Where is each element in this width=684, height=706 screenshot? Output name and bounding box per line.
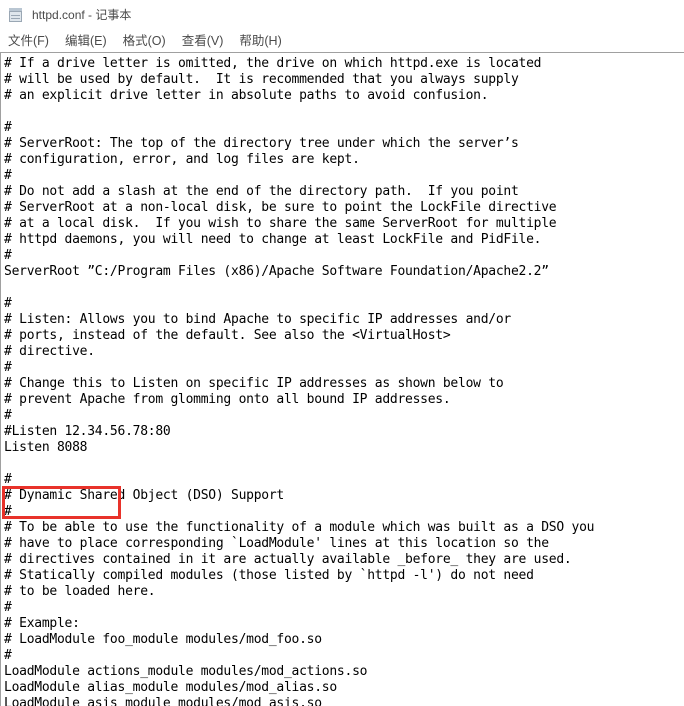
editor-line: # LoadModule foo_module modules/mod_foo.… <box>4 632 322 647</box>
editor-line: # Listen: Allows you to bind Apache to s… <box>4 312 511 327</box>
editor-line: # directive. <box>4 344 95 359</box>
menu-file[interactable]: 文件(F) <box>8 32 49 50</box>
editor-line: # Statically compiled modules (those lis… <box>4 568 534 583</box>
editor-line: Listen 8088 <box>4 440 88 455</box>
editor-line: # to be loaded here. <box>4 584 156 599</box>
editor-line: # If a drive letter is omitted, the driv… <box>4 56 542 71</box>
document-text[interactable]: # If a drive letter is omitted, the driv… <box>4 56 684 706</box>
editor-line: # Example: <box>4 616 80 631</box>
editor-line: # directives contained in it are actuall… <box>4 552 572 567</box>
text-editor-area[interactable]: # If a drive letter is omitted, the driv… <box>0 52 684 706</box>
editor-line: # <box>4 472 12 487</box>
menu-bar: 文件(F) 编辑(E) 格式(O) 查看(V) 帮助(H) <box>0 30 684 52</box>
editor-line: # <box>4 120 12 135</box>
editor-line: # Change this to Listen on specific IP a… <box>4 376 504 391</box>
editor-line: # at a local disk. If you wish to share … <box>4 216 557 231</box>
editor-line: # have to place corresponding `LoadModul… <box>4 536 549 551</box>
editor-line: # configuration, error, and log files ar… <box>4 152 360 167</box>
editor-line: LoadModule alias_module modules/mod_alia… <box>4 680 337 695</box>
editor-line: LoadModule asis_module modules/mod_asis.… <box>4 696 322 706</box>
menu-format[interactable]: 格式(O) <box>123 32 166 50</box>
editor-line: # To be able to use the functionality of… <box>4 520 595 535</box>
editor-line: ServerRoot ”C:/Program Files (x86)/Apach… <box>4 264 549 279</box>
editor-line: # Dynamic Shared Object (DSO) Support <box>4 488 284 503</box>
editor-line: # <box>4 296 12 311</box>
menu-edit[interactable]: 编辑(E) <box>65 32 107 50</box>
editor-line: # prevent Apache from glomming onto all … <box>4 392 451 407</box>
menu-view[interactable]: 查看(V) <box>182 32 224 50</box>
editor-line: # ports, instead of the default. See als… <box>4 328 451 343</box>
editor-line: # httpd daemons, you will need to change… <box>4 232 542 247</box>
editor-line: # <box>4 408 12 423</box>
editor-line: # ServerRoot: The top of the directory t… <box>4 136 519 151</box>
title-bar: httpd.conf - 记事本 <box>0 0 684 30</box>
editor-line: # <box>4 168 12 183</box>
editor-line: #Listen 12.34.56.78:80 <box>4 424 171 439</box>
editor-line: # <box>4 360 12 375</box>
editor-line: # an explicit drive letter in absolute p… <box>4 88 489 103</box>
menu-help[interactable]: 帮助(H) <box>239 32 281 50</box>
editor-line: # <box>4 248 12 263</box>
notepad-icon <box>8 7 24 23</box>
window-title: httpd.conf - 记事本 <box>32 8 132 22</box>
editor-line: # will be used by default. It is recomme… <box>4 72 519 87</box>
editor-line: # <box>4 600 12 615</box>
editor-line: # <box>4 504 12 519</box>
notepad-window: httpd.conf - 记事本 文件(F) 编辑(E) 格式(O) 查看(V)… <box>0 0 684 706</box>
editor-line: # ServerRoot at a non-local disk, be sur… <box>4 200 557 215</box>
editor-line: # Do not add a slash at the end of the d… <box>4 184 519 199</box>
editor-line: # <box>4 648 12 663</box>
editor-line: LoadModule actions_module modules/mod_ac… <box>4 664 368 679</box>
